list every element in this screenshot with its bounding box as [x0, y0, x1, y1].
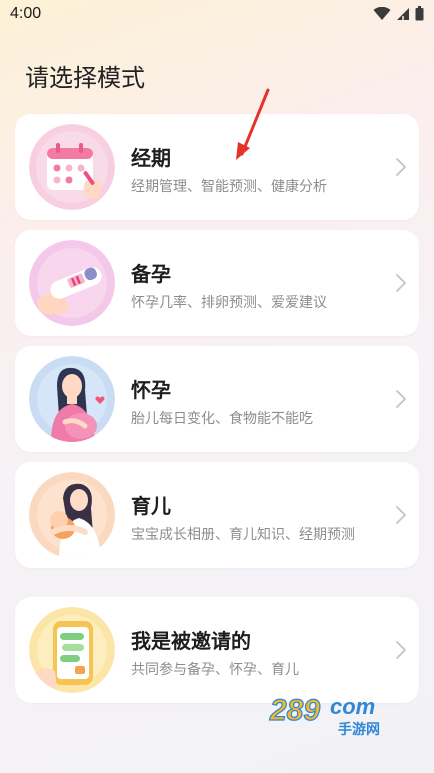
card-subtitle: 宝宝成长相册、育儿知识、经期预测 — [131, 527, 355, 543]
wifi-icon — [373, 6, 391, 25]
card-title: 我是被邀请的 — [131, 629, 251, 653]
calendar-illustration-icon — [29, 124, 115, 210]
chevron-right-icon — [396, 506, 406, 524]
card-subtitle: 经期管理、智能预测、健康分析 — [131, 179, 327, 195]
pregnant-woman-illustration-icon — [29, 356, 115, 442]
watermark-suffix: com — [330, 694, 375, 719]
status-bar: 4:00 — [0, 0, 434, 32]
pregnancy-test-illustration-icon — [29, 240, 115, 326]
card-title: 怀孕 — [131, 378, 171, 402]
annotation-arrow-icon — [236, 88, 270, 160]
page-title: 请选择模式 — [25, 64, 145, 92]
status-time: 4:00 — [10, 5, 42, 22]
watermark-tagline: 手游网 — [338, 721, 380, 736]
mother-baby-illustration-icon — [29, 472, 115, 558]
mode-card-invited[interactable]: 我是被邀请的 共同参与备孕、怀孕、育儿 — [15, 597, 419, 703]
signal-icon — [396, 6, 410, 25]
watermark-brand: 289 — [269, 694, 320, 727]
chevron-right-icon — [396, 274, 406, 292]
watermark-logo: 289 com 手游网 — [268, 693, 380, 736]
card-subtitle: 怀孕几率、排卵预测、爱爱建议 — [131, 295, 327, 311]
status-icons — [373, 6, 424, 25]
card-subtitle: 胎儿每日变化、食物能不能吃 — [131, 411, 313, 427]
mode-card-pregnant[interactable]: 怀孕 胎儿每日变化、食物能不能吃 — [15, 346, 419, 452]
card-title: 备孕 — [131, 262, 171, 286]
mode-card-parenting[interactable]: 育儿 宝宝成长相册、育儿知识、经期预测 — [15, 462, 419, 568]
chevron-right-icon — [396, 158, 406, 176]
phone-chat-illustration-icon — [29, 607, 115, 693]
battery-icon — [415, 6, 424, 25]
card-title: 育儿 — [131, 494, 171, 518]
card-subtitle: 共同参与备孕、怀孕、育儿 — [131, 662, 299, 678]
mode-card-preparing[interactable]: 备孕 怀孕几率、排卵预测、爱爱建议 — [15, 230, 419, 336]
chevron-right-icon — [396, 641, 406, 659]
card-title: 经期 — [131, 146, 171, 170]
mode-card-period[interactable]: 经期 经期管理、智能预测、健康分析 — [15, 114, 419, 220]
chevron-right-icon — [396, 390, 406, 408]
